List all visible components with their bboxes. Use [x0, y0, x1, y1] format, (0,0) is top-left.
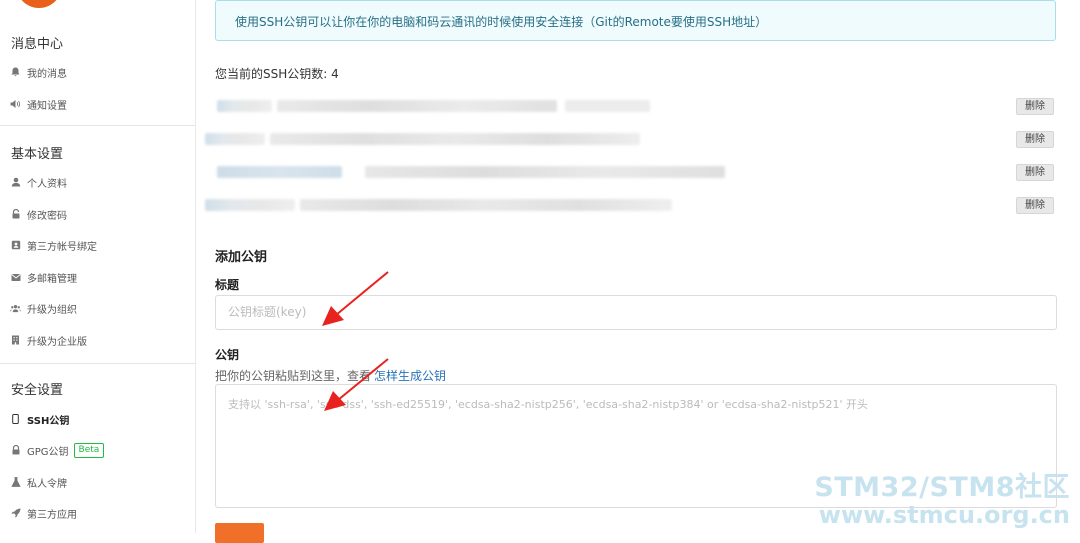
watermark-line-1: STM32/STM8社区: [814, 472, 1070, 503]
arrow-icon: [322, 271, 389, 411]
watermark-line-2: www.stmcu.org.cn: [818, 501, 1070, 529]
annotation-arrows: [322, 271, 389, 411]
watermark: STM32/STM8社区 www.stmcu.org.cn: [814, 474, 1070, 527]
